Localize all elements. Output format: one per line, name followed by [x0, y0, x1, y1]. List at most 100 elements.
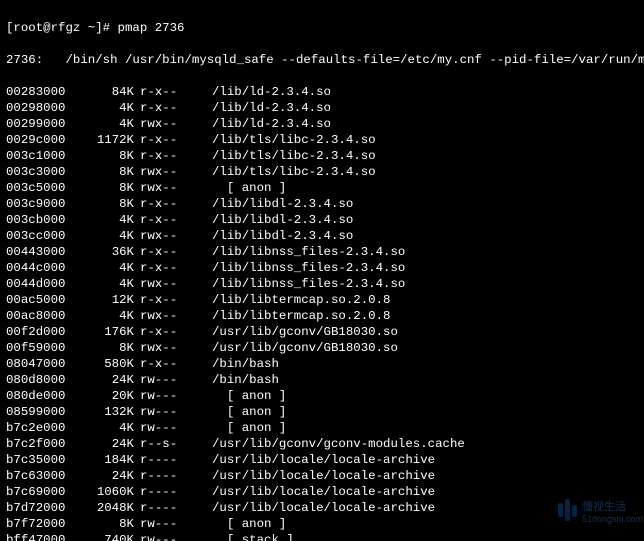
perm-cell: r-x--: [134, 212, 210, 228]
pmap-row: 08047000580Kr-x--/bin/bash: [6, 356, 638, 372]
pmap-row: 002990004Krwx--/lib/ld-2.3.4.so: [6, 116, 638, 132]
size-cell: 36K: [76, 244, 134, 260]
perm-cell: rwx--: [134, 180, 210, 196]
path-cell: [ anon ]: [210, 404, 286, 420]
perm-cell: rw---: [134, 516, 210, 532]
pmap-row: bff47000740Krw--- [ stack ]: [6, 532, 638, 541]
perm-cell: rw---: [134, 420, 210, 436]
perm-cell: rw---: [134, 404, 210, 420]
perm-cell: rw---: [134, 532, 210, 541]
path-cell: /lib/libnss_files-2.3.4.so: [210, 276, 405, 292]
pmap-row: 0044300036Kr-x--/lib/libnss_files-2.3.4.…: [6, 244, 638, 260]
size-cell: 24K: [76, 436, 134, 452]
pmap-row: 003c50008Krwx-- [ anon ]: [6, 180, 638, 196]
addr-cell: 003cc000: [6, 228, 76, 244]
perm-cell: r-x--: [134, 244, 210, 260]
addr-cell: 003c1000: [6, 148, 76, 164]
perm-cell: r----: [134, 468, 210, 484]
pmap-row: 0044d0004Krwx--/lib/libnss_files-2.3.4.s…: [6, 276, 638, 292]
path-cell: /lib/ld-2.3.4.so: [210, 116, 331, 132]
perm-cell: rwx--: [134, 276, 210, 292]
perm-cell: r----: [134, 500, 210, 516]
addr-cell: 0029c000: [6, 132, 76, 148]
path-cell: /lib/libdl-2.3.4.so: [210, 212, 353, 228]
pmap-row: 08599000132Krw--- [ anon ]: [6, 404, 638, 420]
pmap-row: 080de00020Krw--- [ anon ]: [6, 388, 638, 404]
path-cell: /usr/lib/gconv/GB18030.so: [210, 324, 398, 340]
perm-cell: rwx--: [134, 228, 210, 244]
perm-cell: rw---: [134, 388, 210, 404]
size-cell: 8K: [76, 516, 134, 532]
path-cell: /lib/libdl-2.3.4.so: [210, 196, 353, 212]
size-cell: 176K: [76, 324, 134, 340]
addr-cell: b7d72000: [6, 500, 76, 516]
addr-cell: 003c9000: [6, 196, 76, 212]
path-cell: /lib/tls/libc-2.3.4.so: [210, 164, 376, 180]
perm-cell: r-x--: [134, 148, 210, 164]
pmap-row: 003cc0004Krwx--/lib/libdl-2.3.4.so: [6, 228, 638, 244]
pmap-row: 002980004Kr-x--/lib/ld-2.3.4.so: [6, 100, 638, 116]
size-cell: 4K: [76, 212, 134, 228]
path-cell: /lib/libnss_files-2.3.4.so: [210, 244, 405, 260]
addr-cell: 00ac8000: [6, 308, 76, 324]
size-cell: 740K: [76, 532, 134, 541]
pmap-header: 2736: /bin/sh /usr/bin/mysqld_safe --def…: [6, 52, 638, 68]
size-cell: 4K: [76, 100, 134, 116]
pmap-row: b7c690001060Kr----/usr/lib/locale/locale…: [6, 484, 638, 500]
size-cell: 1060K: [76, 484, 134, 500]
addr-cell: 080d8000: [6, 372, 76, 388]
path-cell: /bin/bash: [210, 356, 279, 372]
addr-cell: b7c2e000: [6, 420, 76, 436]
perm-cell: rw---: [134, 372, 210, 388]
pmap-row: 0044c0004Kr-x--/lib/libnss_files-2.3.4.s…: [6, 260, 638, 276]
pmap-row: 00f2d000176Kr-x--/usr/lib/gconv/GB18030.…: [6, 324, 638, 340]
addr-cell: 00298000: [6, 100, 76, 116]
path-cell: [ anon ]: [210, 180, 286, 196]
perm-cell: r-x--: [134, 84, 210, 100]
size-cell: 8K: [76, 180, 134, 196]
addr-cell: 003cb000: [6, 212, 76, 228]
size-cell: 20K: [76, 388, 134, 404]
size-cell: 1172K: [76, 132, 134, 148]
addr-cell: b7c2f000: [6, 436, 76, 452]
addr-cell: 00ac5000: [6, 292, 76, 308]
pmap-row: 080d800024Krw---/bin/bash: [6, 372, 638, 388]
perm-cell: r-x--: [134, 356, 210, 372]
pmap-row: 00ac80004Krwx--/lib/libtermcap.so.2.0.8: [6, 308, 638, 324]
path-cell: /lib/libtermcap.so.2.0.8: [210, 308, 390, 324]
path-cell: /lib/libdl-2.3.4.so: [210, 228, 353, 244]
path-cell: [ anon ]: [210, 516, 286, 532]
perm-cell: r-x--: [134, 196, 210, 212]
pmap-row: 003cb0004Kr-x--/lib/libdl-2.3.4.so: [6, 212, 638, 228]
size-cell: 4K: [76, 260, 134, 276]
addr-cell: b7c35000: [6, 452, 76, 468]
pmap-row: 0028300084Kr-x--/lib/ld-2.3.4.so: [6, 84, 638, 100]
shell-prompt[interactable]: [root@rfgz ~]# pmap 2736: [6, 20, 638, 36]
path-cell: /lib/tls/libc-2.3.4.so: [210, 148, 376, 164]
addr-cell: 08047000: [6, 356, 76, 372]
path-cell: /lib/libtermcap.so.2.0.8: [210, 292, 390, 308]
path-cell: [ anon ]: [210, 388, 286, 404]
pmap-row: 003c90008Kr-x--/lib/libdl-2.3.4.so: [6, 196, 638, 212]
path-cell: /bin/bash: [210, 372, 279, 388]
size-cell: 4K: [76, 228, 134, 244]
path-cell: /lib/ld-2.3.4.so: [210, 84, 331, 100]
addr-cell: 00f2d000: [6, 324, 76, 340]
addr-cell: 00299000: [6, 116, 76, 132]
size-cell: 8K: [76, 148, 134, 164]
pmap-row: b7c2f00024Kr--s-/usr/lib/gconv/gconv-mod…: [6, 436, 638, 452]
size-cell: 84K: [76, 84, 134, 100]
size-cell: 580K: [76, 356, 134, 372]
size-cell: 2048K: [76, 500, 134, 516]
addr-cell: 00f59000: [6, 340, 76, 356]
size-cell: 4K: [76, 308, 134, 324]
size-cell: 4K: [76, 420, 134, 436]
perm-cell: rwx--: [134, 308, 210, 324]
pmap-row: 0029c0001172Kr-x--/lib/tls/libc-2.3.4.so: [6, 132, 638, 148]
pmap-row: 003c10008Kr-x--/lib/tls/libc-2.3.4.so: [6, 148, 638, 164]
size-cell: 24K: [76, 372, 134, 388]
pmap-row: 003c30008Krwx--/lib/tls/libc-2.3.4.so: [6, 164, 638, 180]
path-cell: /usr/lib/locale/locale-archive: [210, 452, 435, 468]
perm-cell: r-x--: [134, 260, 210, 276]
size-cell: 12K: [76, 292, 134, 308]
